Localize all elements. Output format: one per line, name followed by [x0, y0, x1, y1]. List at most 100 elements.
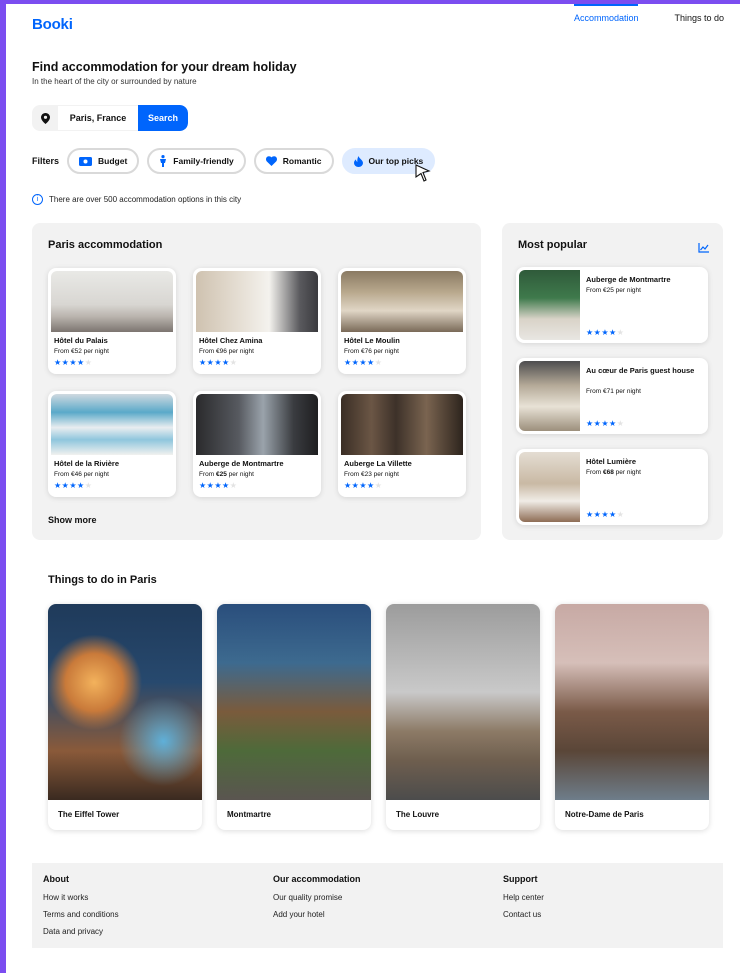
filters-label: Filters — [32, 156, 60, 166]
info-note: i There are over 500 accommodation optio… — [32, 194, 241, 205]
things-title: Things to do in Paris — [48, 574, 157, 586]
footer-heading: Support — [503, 874, 538, 884]
activity-card[interactable]: Montmartre — [217, 604, 371, 830]
star-rating: ★★★★★ — [199, 481, 238, 490]
hotel-photo — [51, 394, 173, 455]
popular-card[interactable]: Hôtel Lumière From €68 per night ★★★★★ — [516, 449, 708, 525]
popular-title: Most popular — [518, 239, 588, 251]
footer-heading: About — [43, 874, 69, 884]
hotel-photo — [341, 271, 463, 332]
hotel-price: From €71 per night — [586, 388, 641, 395]
footer-heading: Our accommodation — [273, 874, 361, 884]
filter-family-friendly[interactable]: Family-friendly — [147, 148, 246, 174]
hotel-photo — [341, 394, 463, 455]
star-rating: ★★★★★ — [54, 481, 93, 490]
activity-photo — [217, 604, 371, 800]
hotel-price: From €96 per night — [199, 348, 254, 355]
hotel-name: Hôtel du Palais — [54, 336, 108, 345]
footer-link[interactable]: Data and privacy — [43, 927, 119, 936]
filters-bar: Filters Budget Family-friendly Romantic … — [32, 148, 443, 174]
filter-label: Romantic — [282, 156, 322, 166]
mouse-pointer-icon — [415, 164, 431, 187]
hotel-photo — [196, 394, 318, 455]
hotel-price: From €76 per night — [344, 348, 399, 355]
footer-column-support: Support Help center Contact us — [503, 874, 544, 927]
hotel-price: From €25 per night — [586, 287, 641, 294]
activity-name: Montmartre — [227, 810, 272, 819]
accommodation-title: Paris accommodation — [48, 239, 163, 251]
star-rating: ★★★★★ — [54, 358, 93, 367]
trend-chart-icon — [698, 240, 709, 258]
activity-name: The Louvre — [396, 810, 440, 819]
popular-panel: Most popular Auberge de Montmartre From … — [502, 223, 723, 540]
hotel-card[interactable]: Auberge de Montmartre From €25 per night… — [193, 391, 321, 497]
activity-photo — [386, 604, 540, 800]
star-rating: ★★★★★ — [586, 419, 625, 428]
hotel-photo — [519, 270, 580, 340]
hotel-name: Auberge de Montmartre — [199, 459, 284, 468]
hotel-price: From €23 per night — [344, 471, 399, 478]
person-icon — [159, 155, 167, 167]
nav-accommodation[interactable]: Accommodation — [573, 4, 639, 30]
hotel-price: From €25 per night — [199, 471, 254, 478]
heart-icon — [265, 156, 277, 166]
star-rating: ★★★★★ — [199, 358, 238, 367]
hotel-card[interactable]: Hôtel Le Moulin From €76 per night ★★★★★ — [338, 268, 466, 374]
footer: About How it works Terms and conditions … — [32, 863, 723, 948]
footer-column-about: About How it works Terms and conditions … — [43, 874, 119, 944]
hotel-name: Hôtel de la Rivière — [54, 459, 120, 468]
hotel-name: Hôtel Chez Amina — [199, 336, 263, 345]
hotel-photo — [519, 361, 580, 431]
hotel-name: Auberge de Montmartre — [586, 275, 671, 284]
hotel-photo — [519, 452, 580, 522]
top-nav: Accommodation Things to do — [538, 4, 724, 30]
hotel-name: Hôtel Le Moulin — [344, 336, 400, 345]
hotel-card[interactable]: Auberge La Villette From €23 per night ★… — [338, 391, 466, 497]
search-button[interactable]: Search — [138, 105, 188, 131]
show-more-link[interactable]: Show more — [48, 515, 97, 525]
hotel-card[interactable]: Hôtel Chez Amina From €96 per night ★★★★… — [193, 268, 321, 374]
nav-things-to-do[interactable]: Things to do — [674, 4, 724, 30]
activity-card[interactable]: Notre-Dame de Paris — [555, 604, 709, 830]
hotel-name: Au cœur de Paris guest house — [586, 366, 695, 375]
page-title: Find accommodation for your dream holida… — [32, 60, 297, 74]
info-icon: i — [32, 194, 43, 205]
popular-card[interactable]: Auberge de Montmartre From €25 per night… — [516, 267, 708, 343]
info-text: There are over 500 accommodation options… — [49, 195, 242, 204]
hotel-name: Hôtel Lumière — [586, 457, 637, 466]
search-bar: Paris, France Search — [32, 105, 188, 131]
activity-photo — [48, 604, 202, 800]
popular-card[interactable]: Au cœur de Paris guest house From €71 pe… — [516, 358, 708, 434]
search-input[interactable]: Paris, France — [58, 105, 138, 131]
hotel-card[interactable]: Hôtel de la Rivière From €46 per night ★… — [48, 391, 176, 497]
star-rating: ★★★★★ — [586, 328, 625, 337]
activity-card[interactable]: The Eiffel Tower — [48, 604, 202, 830]
flame-icon — [353, 155, 363, 167]
star-rating: ★★★★★ — [344, 358, 383, 367]
filter-romantic[interactable]: Romantic — [253, 148, 334, 174]
hotel-name: Auberge La Villette — [344, 459, 412, 468]
filter-label: Family-friendly — [173, 156, 234, 166]
footer-link[interactable]: How it works — [43, 893, 119, 902]
activity-name: Notre-Dame de Paris — [565, 810, 644, 819]
footer-link[interactable]: Our quality promise — [273, 893, 361, 902]
footer-link[interactable]: Help center — [503, 893, 544, 902]
money-icon — [79, 156, 93, 166]
hotel-price: From €68 per night — [586, 469, 641, 476]
footer-link[interactable]: Add your hotel — [273, 910, 361, 919]
activity-photo — [555, 604, 709, 800]
activity-card[interactable]: The Louvre — [386, 604, 540, 830]
footer-column-accommodation: Our accommodation Our quality promise Ad… — [273, 874, 361, 927]
hotel-price: From €52 per night — [54, 348, 109, 355]
hotel-card[interactable]: Hôtel du Palais From €52 per night ★★★★★ — [48, 268, 176, 374]
footer-link[interactable]: Terms and conditions — [43, 910, 119, 919]
filter-label: Budget — [98, 156, 128, 166]
filter-budget[interactable]: Budget — [67, 148, 140, 174]
hotel-photo — [51, 271, 173, 332]
logo[interactable]: Booki — [32, 16, 73, 33]
activity-name: The Eiffel Tower — [58, 810, 120, 819]
hotel-price: From €46 per night — [54, 471, 109, 478]
footer-link[interactable]: Contact us — [503, 910, 544, 919]
accommodation-panel: Paris accommodation Hôtel du Palais From… — [32, 223, 481, 540]
star-rating: ★★★★★ — [344, 481, 383, 490]
